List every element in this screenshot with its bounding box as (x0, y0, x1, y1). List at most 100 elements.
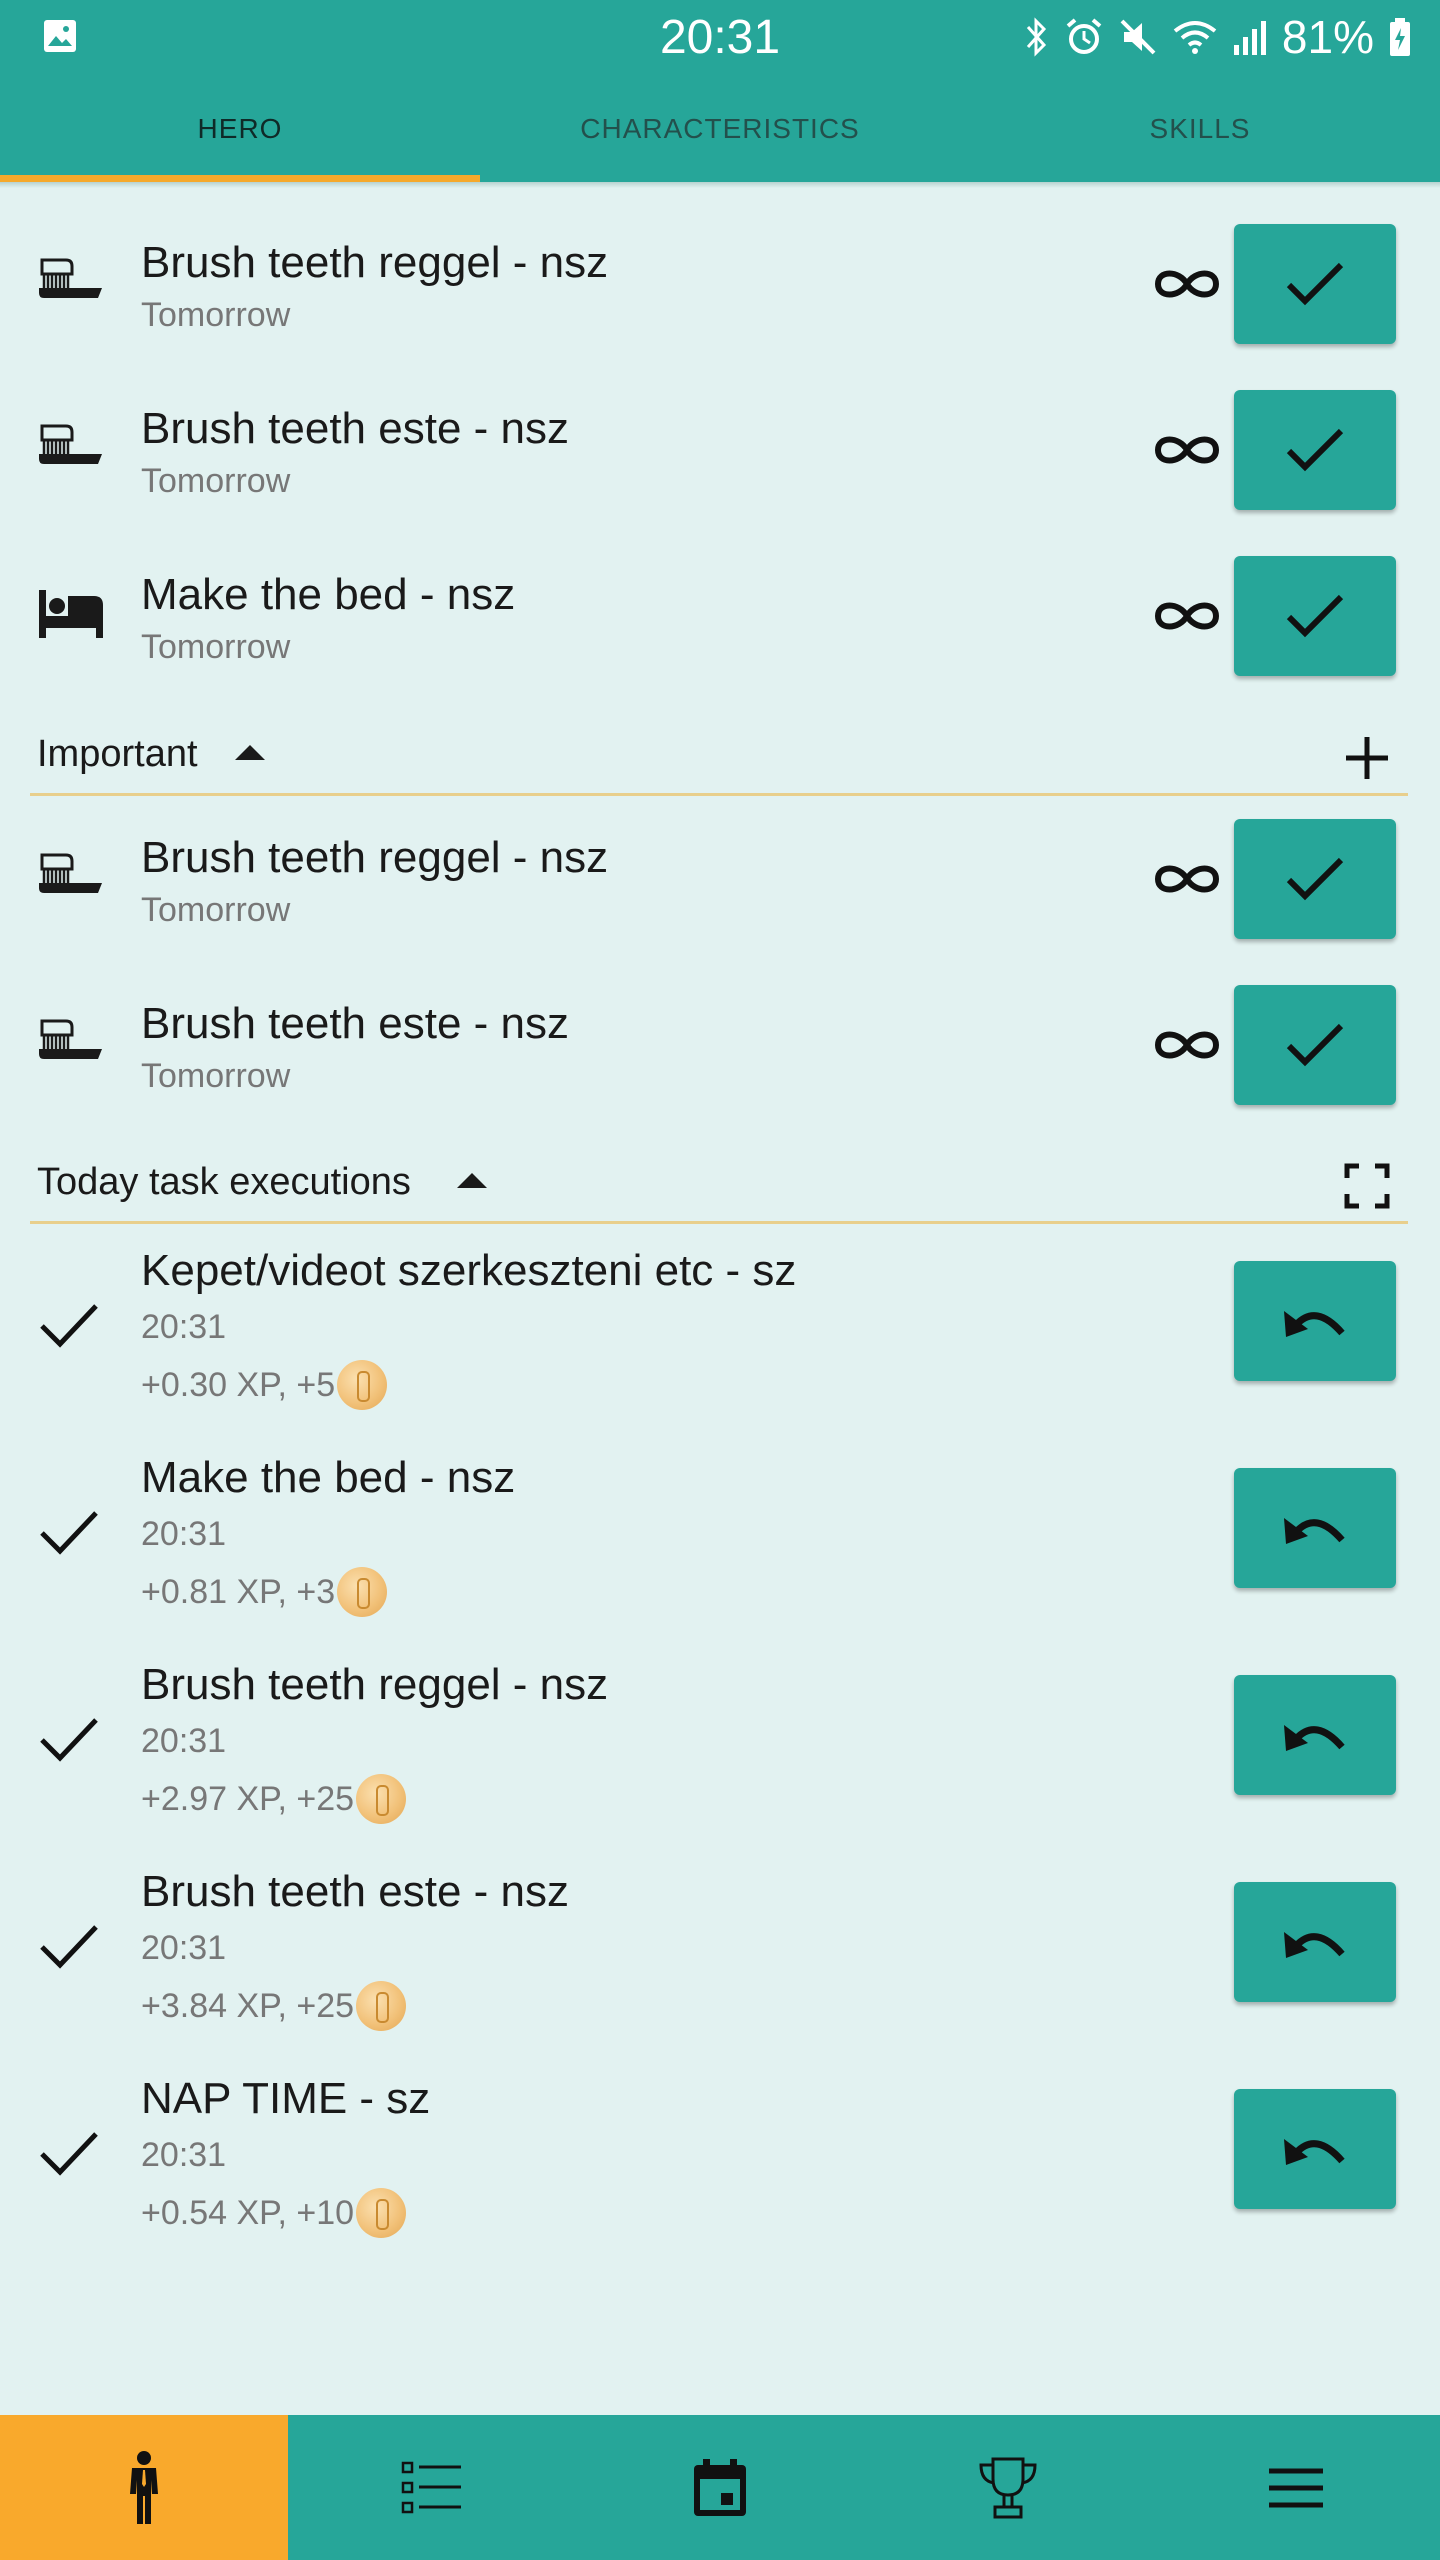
status-bar: 20:31 81% (0, 0, 1440, 75)
task-list-icon (401, 2461, 461, 2513)
check-icon (1286, 594, 1344, 638)
menu-icon (1269, 2468, 1323, 2507)
task-row[interactable]: Make the bed - nsz Tomorrow (0, 554, 1440, 679)
infinity-icon (1154, 436, 1220, 464)
bed-icon (39, 590, 103, 638)
undo-icon (1284, 1932, 1345, 1958)
check-icon (1286, 857, 1344, 901)
tab-characteristics[interactable]: CHARACTERISTICS (480, 75, 960, 182)
execution-row: Make the bed - nsz 20:31 +0.81 XP, +3 (0, 1447, 1440, 1647)
check-icon (40, 1718, 98, 1762)
check-icon (40, 1511, 98, 1555)
task-title: Brush teeth este - nsz (141, 999, 569, 1048)
infinity-icon (1154, 270, 1220, 298)
infinity-icon (1154, 865, 1220, 893)
undo-icon (1284, 1311, 1345, 1337)
execution-reward: +0.81 XP, +3 (141, 1567, 388, 1617)
task-due: Tomorrow (141, 296, 291, 334)
tab-hero[interactable]: HERO (0, 75, 480, 182)
execution-row: Brush teeth este - nsz 20:31 +3.84 XP, +… (0, 1861, 1440, 2061)
execution-row: Kepet/videot szerkeszteni etc - sz 20:31… (0, 1240, 1440, 1440)
reward-text: +0.30 XP, +5 (141, 1365, 336, 1404)
execution-row: NAP TIME - sz 20:31 +0.54 XP, +10 (0, 2068, 1440, 2268)
toothbrush-icon (39, 424, 102, 464)
check-icon (1286, 1023, 1344, 1067)
undo-button[interactable] (1234, 1882, 1396, 2002)
task-row[interactable]: Brush teeth reggel - nsz Tomorrow (0, 222, 1440, 347)
task-due: Tomorrow (141, 891, 291, 929)
important-section-title[interactable]: Important (37, 733, 198, 776)
execution-row: Brush teeth reggel - nsz 20:31 +2.97 XP,… (0, 1654, 1440, 1854)
execution-title: Brush teeth reggel - nsz (141, 1660, 609, 1709)
execution-title: Kepet/videot szerkeszteni etc - sz (141, 1246, 797, 1295)
execution-time: 20:31 (141, 2136, 227, 2174)
bottom-navigation (0, 2415, 1440, 2560)
complete-task-button[interactable] (1234, 985, 1396, 1105)
execution-time: 20:31 (141, 1515, 227, 1553)
nav-menu[interactable] (1152, 2415, 1440, 2560)
tab-skills[interactable]: SKILLS (960, 75, 1440, 182)
execution-title: Brush teeth este - nsz (141, 1867, 569, 1916)
check-icon (40, 1304, 98, 1348)
check-icon (40, 2132, 98, 2176)
collapse-caret-icon[interactable] (457, 1173, 487, 1188)
undo-button[interactable] (1234, 1261, 1396, 1381)
nav-hero[interactable] (0, 2415, 288, 2560)
coin-icon (337, 1360, 388, 1410)
coin-icon (356, 2188, 407, 2238)
calendar-icon (694, 2458, 746, 2516)
task-row[interactable]: Brush teeth este - nsz Tomorrow (0, 983, 1440, 1108)
add-icon[interactable] (1342, 733, 1392, 783)
task-due: Tomorrow (141, 628, 291, 666)
executions-section-header: Today task executions (30, 1161, 1408, 1224)
execution-reward: +2.97 XP, +25 (141, 1774, 407, 1824)
mute-icon (1120, 19, 1156, 55)
complete-task-button[interactable] (1234, 390, 1396, 510)
undo-icon (1284, 2139, 1345, 2165)
task-title: Make the bed - nsz (141, 570, 516, 619)
executions-section-title[interactable]: Today task executions (37, 1161, 411, 1204)
execution-title: Make the bed - nsz (141, 1453, 516, 1502)
task-due: Tomorrow (141, 1057, 291, 1095)
reward-text: +0.81 XP, +3 (141, 1572, 336, 1611)
alarm-icon (1066, 18, 1102, 54)
undo-button[interactable] (1234, 1468, 1396, 1588)
task-due: Tomorrow (141, 462, 291, 500)
undo-button[interactable] (1234, 2089, 1396, 2209)
complete-task-button[interactable] (1234, 556, 1396, 676)
check-icon (1286, 262, 1344, 306)
toothbrush-icon (39, 853, 102, 893)
undo-button[interactable] (1234, 1675, 1396, 1795)
undo-icon (1284, 1518, 1345, 1544)
toothbrush-icon (39, 258, 102, 298)
hero-icon (130, 2450, 158, 2524)
execution-time: 20:31 (141, 1308, 227, 1346)
task-row[interactable]: Brush teeth este - nsz Tomorrow (0, 388, 1440, 513)
important-section-header: Important (30, 733, 1408, 796)
execution-time: 20:31 (141, 1929, 227, 1967)
execution-reward: +0.54 XP, +10 (141, 2188, 407, 2238)
infinity-icon (1154, 1031, 1220, 1059)
task-title: Brush teeth reggel - nsz (141, 238, 609, 287)
battery-percent: 81% (1281, 11, 1374, 63)
infinity-icon (1154, 602, 1220, 630)
undo-icon (1284, 1725, 1345, 1751)
nav-achievements[interactable] (864, 2415, 1152, 2560)
execution-reward: +0.30 XP, +5 (141, 1360, 388, 1410)
reward-text: +0.54 XP, +10 (141, 2193, 355, 2232)
toothbrush-icon (39, 1019, 102, 1059)
execution-reward: +3.84 XP, +25 (141, 1981, 407, 2031)
task-row[interactable]: Brush teeth reggel - nsz Tomorrow (0, 817, 1440, 942)
fullscreen-icon[interactable] (1344, 1163, 1390, 1209)
coin-icon (337, 1567, 388, 1617)
nav-calendar[interactable] (576, 2415, 864, 2560)
reward-text: +3.84 XP, +25 (141, 1986, 355, 2025)
task-title: Brush teeth este - nsz (141, 404, 569, 453)
complete-task-button[interactable] (1234, 224, 1396, 344)
tab-bar: HERO CHARACTERISTICS SKILLS (0, 75, 1440, 182)
complete-task-button[interactable] (1234, 819, 1396, 939)
trophy-icon (979, 2457, 1037, 2518)
nav-tasks[interactable] (288, 2415, 576, 2560)
collapse-caret-icon[interactable] (235, 745, 265, 760)
coin-icon (356, 1981, 407, 2031)
